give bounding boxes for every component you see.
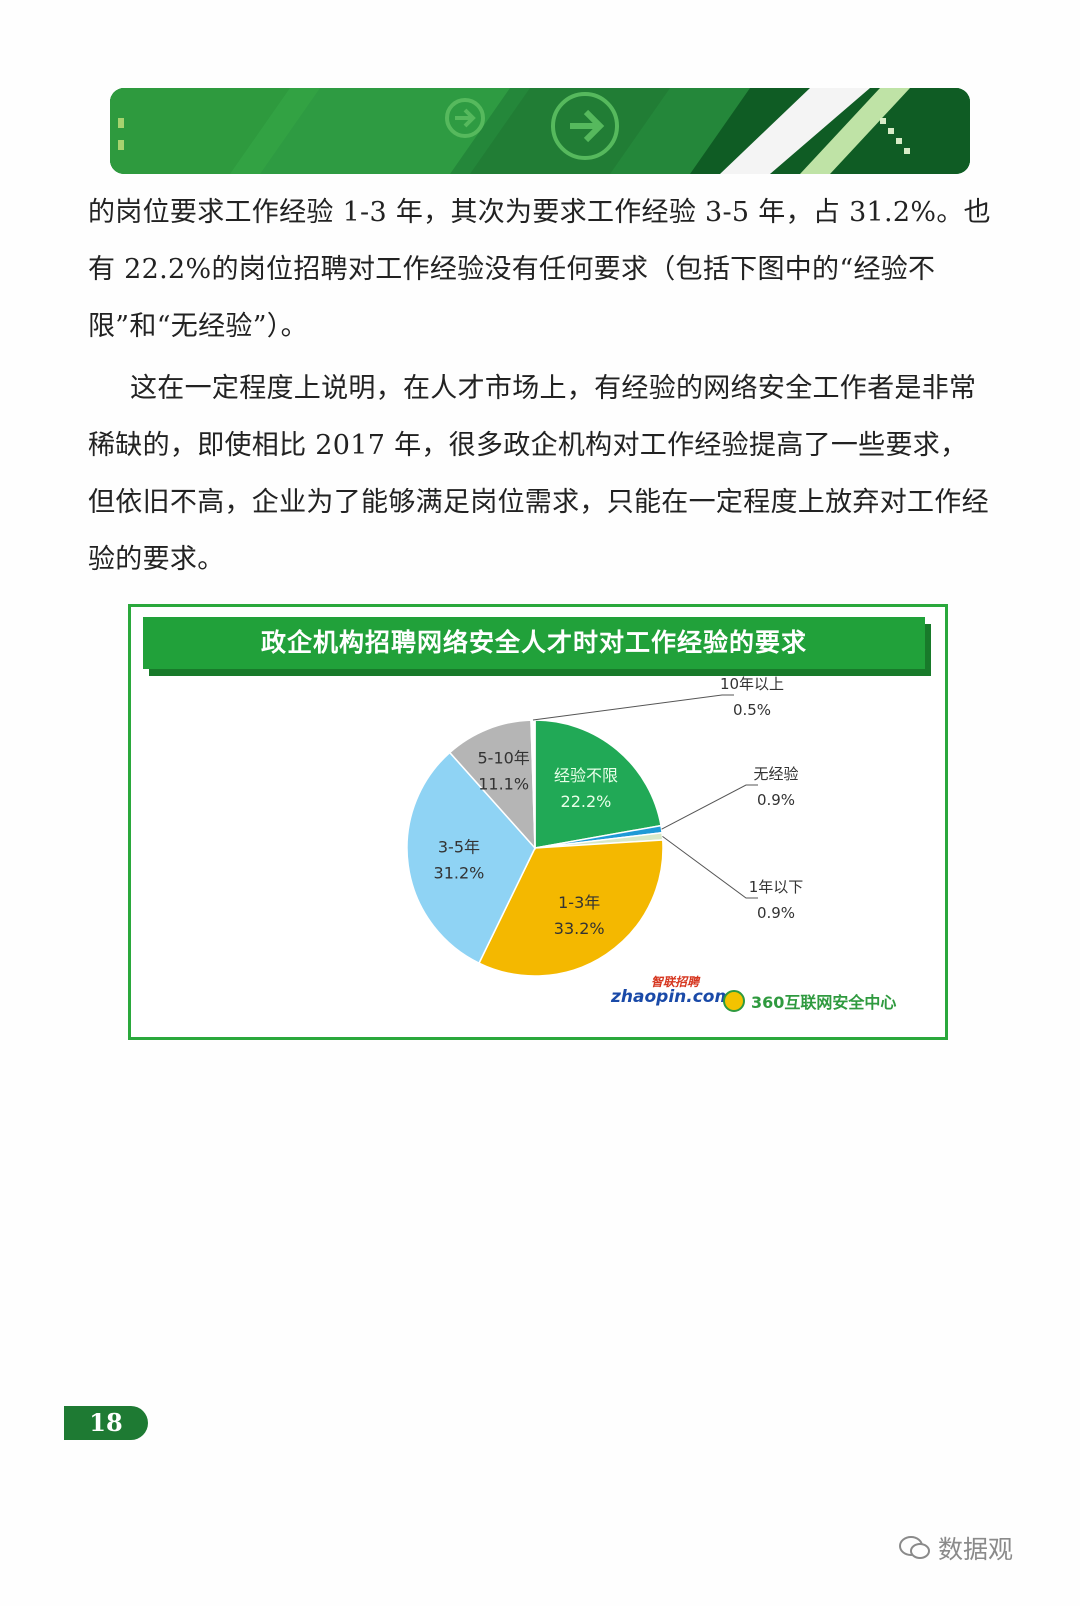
body-paragraph-1: 的岗位要求工作经验 1-3 年，其次为要求工作经验 3-5 年，占 31.2%。… bbox=[88, 197, 991, 342]
leader-line bbox=[661, 784, 758, 830]
pie-label: 5-10年 bbox=[477, 749, 529, 768]
pie-label: 1年以下 bbox=[749, 878, 804, 896]
body-paragraph-2: 这在一定程度上说明，在人才市场上，有经验的网络安全工作者是非常稀缺的，即使相比 … bbox=[88, 373, 989, 575]
pie-chart: 经验不限 22.2% 1-3年 33.2% 3-5年 31.2% 5-10年 11.1% 无经验… bbox=[406, 675, 804, 977]
pie-chart-card: 政企机构招聘网络安全人才时对工作经验的要求 经验不限 22.2% 1-3年 33.2%… bbox=[128, 604, 948, 1040]
pie-label: 31.2% bbox=[434, 864, 485, 883]
pie-label: 0.9% bbox=[757, 904, 795, 922]
360-logo: 360互联网安全中心 bbox=[723, 989, 896, 1013]
leader-line bbox=[532, 694, 734, 721]
360-logo-text: 360互联网安全中心 bbox=[751, 993, 897, 1012]
pie-label: 1-3年 bbox=[558, 893, 600, 912]
page-number: 18 bbox=[64, 1406, 148, 1440]
leader-line bbox=[662, 835, 758, 899]
zhaopin-logo: 智联招聘 zhaopin.com bbox=[611, 975, 733, 1021]
banner-graphic bbox=[110, 88, 970, 174]
zhaopin-logo-text: zhaopin.com bbox=[611, 987, 733, 1007]
pie-label: 10年以上 bbox=[720, 675, 784, 693]
pie-label: 33.2% bbox=[554, 919, 605, 938]
pie-label: 无经验 bbox=[753, 765, 798, 783]
wechat-icon bbox=[899, 1536, 930, 1559]
pie-label: 3-5年 bbox=[438, 838, 480, 857]
watermark-text: 数据观 bbox=[938, 1535, 1014, 1564]
360-logo-icon bbox=[723, 990, 745, 1012]
pie-label: 经验不限 bbox=[554, 766, 618, 785]
zhaopin-logo-cn: 智联招聘 bbox=[651, 975, 700, 989]
pie-label: 0.9% bbox=[757, 791, 795, 809]
pie-label: 0.5% bbox=[733, 701, 771, 719]
pie-label: 11.1% bbox=[478, 775, 529, 794]
pie-label: 22.2% bbox=[561, 792, 612, 811]
header-banner bbox=[110, 88, 970, 174]
watermark: 数据观 bbox=[898, 1530, 1013, 1566]
